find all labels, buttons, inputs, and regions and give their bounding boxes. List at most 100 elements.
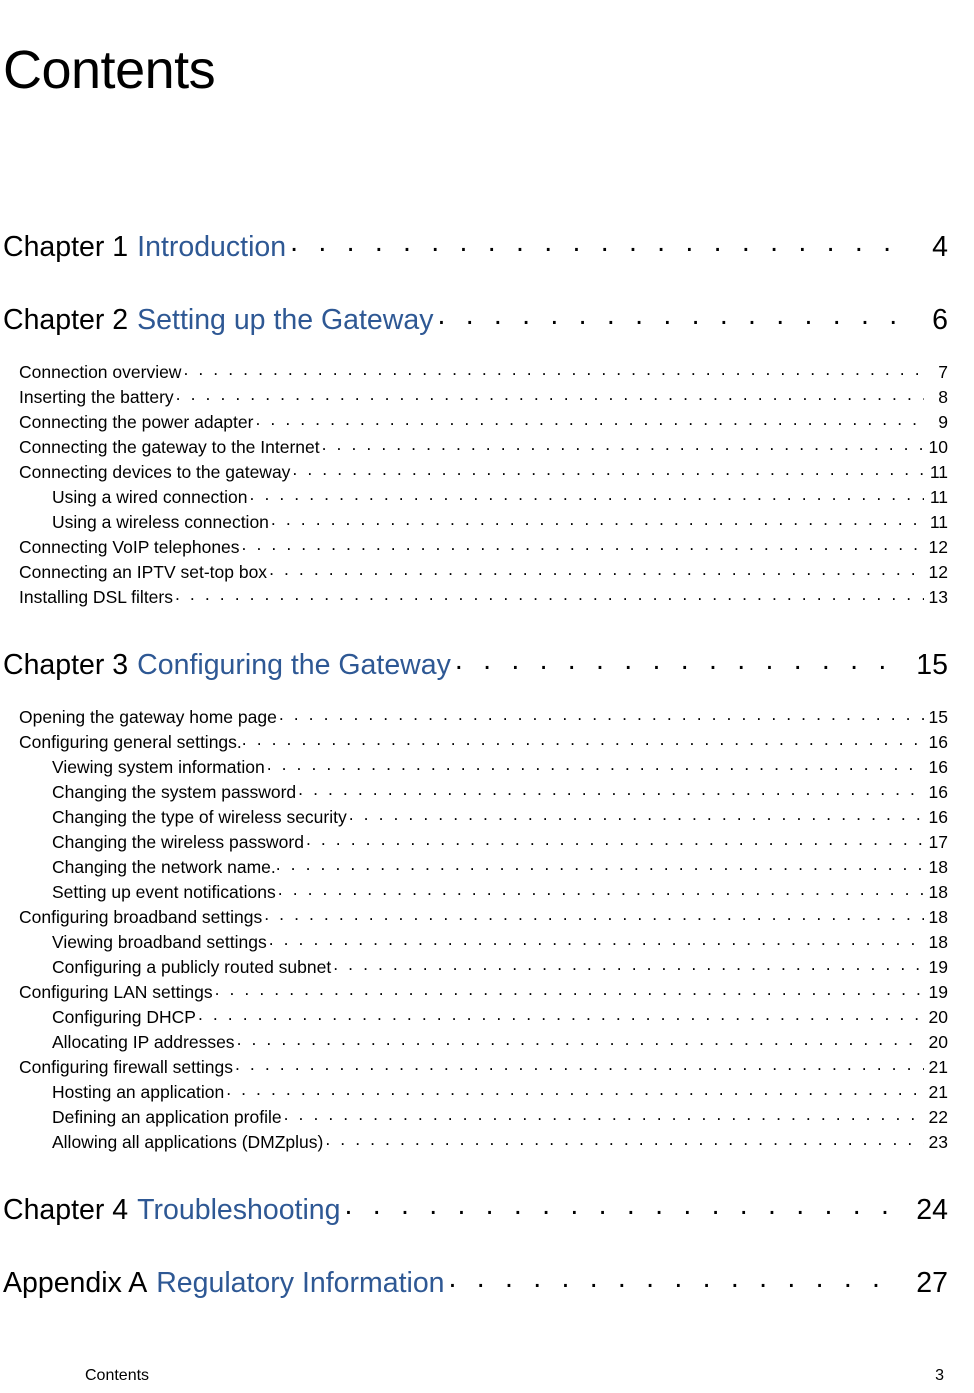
section-title: Connecting an IPTV set-top box bbox=[19, 562, 268, 582]
section-title: Using a wired connection bbox=[52, 487, 248, 507]
section-title: Changing the network name. bbox=[52, 857, 276, 877]
dot-leader bbox=[449, 1264, 902, 1292]
dot-leader bbox=[215, 980, 924, 998]
toc-section-entry[interactable]: Configuring DHCP 20 bbox=[0, 1005, 948, 1030]
section-title: Changing the wireless password bbox=[52, 832, 304, 852]
section-title: Configuring a publicly routed subnet bbox=[52, 957, 332, 977]
section-page-number: 18 bbox=[928, 882, 948, 902]
section-page-number: 18 bbox=[928, 932, 948, 952]
dot-leader bbox=[235, 1055, 924, 1073]
toc-section-entry[interactable]: Defining an application profile 22 bbox=[0, 1105, 948, 1130]
toc-section-entry[interactable]: Configuring a publicly routed subnet 19 bbox=[0, 955, 948, 980]
dot-leader bbox=[271, 510, 924, 528]
toc-section-entry[interactable]: Installing DSL filters 13 bbox=[0, 585, 948, 610]
toc-section-entry[interactable]: Viewing system information 16 bbox=[0, 755, 948, 780]
section-page-number: 20 bbox=[928, 1032, 948, 1052]
dot-leader bbox=[455, 646, 902, 674]
section-title: Viewing broadband settings bbox=[52, 932, 267, 952]
toc-section-entry[interactable]: Setting up event notifications 18 bbox=[0, 880, 948, 905]
section-title: Allocating IP addresses bbox=[52, 1032, 235, 1052]
chapter-title-link[interactable]: Regulatory Information bbox=[147, 1265, 444, 1301]
chapter-title-link[interactable]: Troubleshooting bbox=[128, 1192, 340, 1228]
chapter-page-number: 27 bbox=[916, 1267, 948, 1299]
chapter-page-number: 15 bbox=[916, 649, 948, 681]
section-page-number: 18 bbox=[928, 857, 948, 877]
toc-section-entry[interactable]: Changing the system password 16 bbox=[0, 780, 948, 805]
toc-section-entry[interactable]: Opening the gateway home page 15 bbox=[0, 705, 948, 730]
dot-leader bbox=[278, 880, 924, 898]
toc-section-entry[interactable]: Connecting VoIP telephones 12 bbox=[0, 535, 948, 560]
toc-section-entry[interactable]: Changing the network name. 18 bbox=[0, 855, 948, 880]
section-title: Inserting the battery bbox=[19, 387, 174, 407]
dot-leader bbox=[306, 830, 924, 848]
section-page-number: 8 bbox=[938, 387, 948, 407]
toc-chapter-entry[interactable]: Chapter 1Introduction 4 bbox=[0, 228, 948, 265]
dot-leader bbox=[269, 930, 924, 948]
toc-section-entry[interactable]: Inserting the battery 8 bbox=[0, 385, 948, 410]
section-page-number: 19 bbox=[928, 957, 948, 977]
toc-section-entry[interactable]: Configuring LAN settings 19 bbox=[0, 980, 948, 1005]
chapter-title-link[interactable]: Introduction bbox=[128, 229, 286, 265]
dot-leader bbox=[255, 410, 924, 428]
toc-section-entry[interactable]: Connecting devices to the gateway 11 bbox=[0, 460, 948, 485]
chapter-label: Appendix A bbox=[3, 1267, 148, 1299]
chapter-label: Chapter 2 bbox=[3, 304, 129, 336]
dot-leader bbox=[269, 560, 924, 578]
toc-section-entry[interactable]: Viewing broadband settings 18 bbox=[0, 930, 948, 955]
toc-section-entry[interactable]: Hosting an application 21 bbox=[0, 1080, 948, 1105]
toc-chapter-entry[interactable]: Appendix ARegulatory Information 27 bbox=[0, 1264, 948, 1301]
section-title: Viewing system information bbox=[52, 757, 265, 777]
toc-section-entry[interactable]: Configuring broadband settings 18 bbox=[0, 905, 948, 930]
toc-chapter-entry[interactable]: Chapter 4Troubleshooting 24 bbox=[0, 1191, 948, 1228]
dot-leader bbox=[279, 705, 924, 723]
toc-section-entry[interactable]: Changing the wireless password 17 bbox=[0, 830, 948, 855]
dot-leader bbox=[298, 780, 924, 798]
chapter-label: Chapter 4 bbox=[3, 1194, 129, 1226]
section-page-number: 21 bbox=[928, 1057, 948, 1077]
section-title: Installing DSL filters bbox=[19, 587, 173, 607]
section-page-number: 16 bbox=[928, 757, 948, 777]
section-title: Setting up event notifications bbox=[52, 882, 276, 902]
chapter-title-link[interactable]: Setting up the Gateway bbox=[128, 302, 433, 338]
dot-leader bbox=[322, 435, 924, 453]
toc-section-entry[interactable]: Changing the type of wireless security 16 bbox=[0, 805, 948, 830]
section-title: Connecting the power adapter bbox=[19, 412, 254, 432]
toc-section-entry[interactable]: Configuring general settings. 16 bbox=[0, 730, 948, 755]
chapter-page-number: 6 bbox=[932, 304, 948, 336]
table-of-contents: Chapter 1Introduction4Chapter 2Setting u… bbox=[0, 228, 948, 1301]
section-page-number: 16 bbox=[928, 782, 948, 802]
section-page-number: 12 bbox=[928, 562, 948, 582]
dot-leader bbox=[264, 905, 924, 923]
dot-leader bbox=[242, 730, 924, 748]
dot-leader bbox=[242, 535, 924, 553]
dot-leader bbox=[290, 228, 902, 256]
footer-section-label: Contents bbox=[85, 1367, 150, 1384]
section-title: Changing the type of wireless security bbox=[52, 807, 347, 827]
toc-section-entry[interactable]: Allowing all applications (DMZplus) 23 bbox=[0, 1130, 948, 1155]
dot-leader bbox=[349, 805, 924, 823]
toc-section-entry[interactable]: Using a wired connection 11 bbox=[0, 485, 948, 510]
toc-section-entry[interactable]: Using a wireless connection 11 bbox=[0, 510, 948, 535]
toc-chapter-entry[interactable]: Chapter 2Setting up the Gateway 6 bbox=[0, 301, 948, 338]
chapter-page-number: 4 bbox=[932, 231, 948, 263]
toc-chapter-entry[interactable]: Chapter 3Configuring the Gateway 15 bbox=[0, 646, 948, 683]
section-title: Configuring LAN settings bbox=[19, 982, 213, 1002]
section-page-number: 16 bbox=[928, 807, 948, 827]
toc-section-entry[interactable]: Connecting the gateway to the Internet 10 bbox=[0, 435, 948, 460]
section-title: Connecting devices to the gateway bbox=[19, 462, 291, 482]
dot-leader bbox=[267, 755, 924, 773]
chapter-title-link[interactable]: Configuring the Gateway bbox=[128, 647, 451, 683]
toc-section-entry[interactable]: Configuring firewall settings 21 bbox=[0, 1055, 948, 1080]
section-title: Defining an application profile bbox=[52, 1107, 282, 1127]
toc-section-entry[interactable]: Allocating IP addresses 20 bbox=[0, 1030, 948, 1055]
dot-leader bbox=[250, 485, 924, 503]
toc-section-entry[interactable]: Connection overview 7 bbox=[0, 360, 948, 385]
section-page-number: 18 bbox=[928, 907, 948, 927]
toc-section-entry[interactable]: Connecting the power adapter 9 bbox=[0, 410, 948, 435]
section-page-number: 20 bbox=[928, 1007, 948, 1027]
section-page-number: 9 bbox=[938, 412, 948, 432]
toc-section-entry[interactable]: Connecting an IPTV set-top box 12 bbox=[0, 560, 948, 585]
section-title: Changing the system password bbox=[52, 782, 297, 802]
dot-leader bbox=[226, 1080, 924, 1098]
